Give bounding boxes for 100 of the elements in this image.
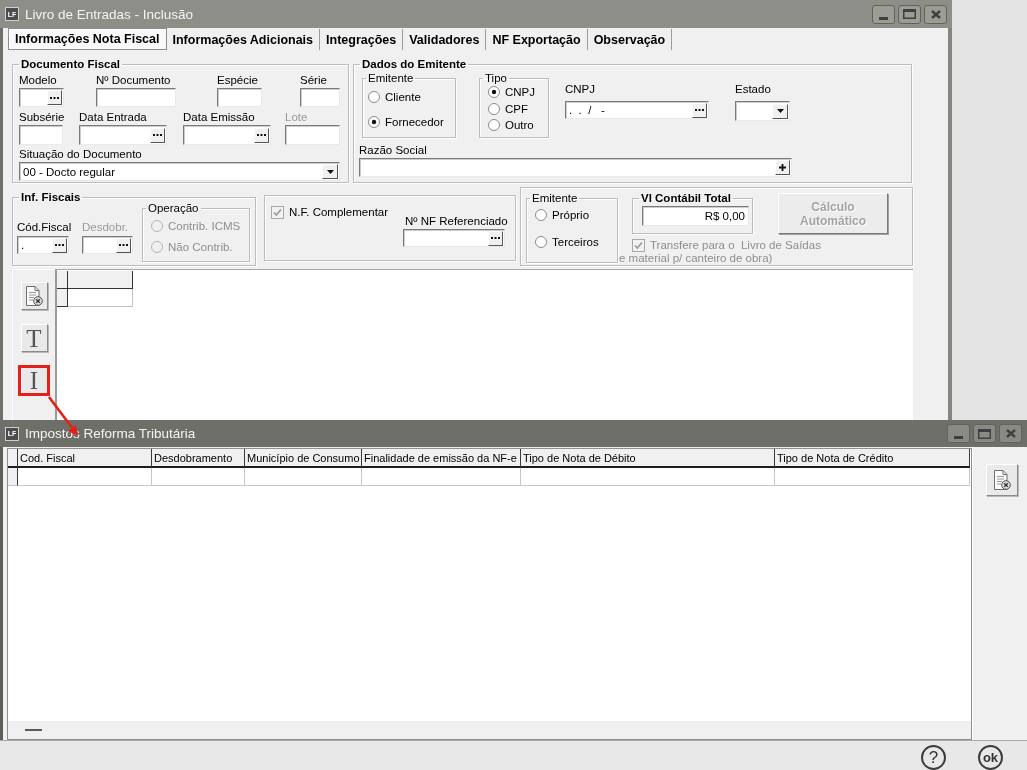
dropdown-button[interactable] <box>322 164 338 179</box>
field-label: Cód.Fiscal <box>17 220 72 234</box>
field-label: Razão Social <box>359 143 427 157</box>
lookup-field[interactable]: . <box>17 236 69 254</box>
maximize-button[interactable] <box>898 4 921 24</box>
minimize-icon <box>954 436 963 439</box>
combo-box[interactable]: 00 - Docto regular <box>19 162 340 181</box>
lookup-button[interactable] <box>150 127 165 143</box>
radio-label: Outro <box>505 118 534 132</box>
lookup-button[interactable] <box>488 230 503 246</box>
maximize-icon <box>903 9 916 19</box>
input-field[interactable] <box>359 158 792 177</box>
lookup-button[interactable] <box>254 127 269 143</box>
lookup-button[interactable] <box>692 102 707 118</box>
radio-label: Cliente <box>385 90 421 104</box>
radio-label: Próprio <box>552 208 590 222</box>
maximize-button[interactable] <box>973 424 996 443</box>
field-label: CNPJ <box>565 82 596 96</box>
document-x-icon <box>25 286 43 306</box>
column-header <box>68 271 133 289</box>
lookup-button[interactable] <box>52 237 67 253</box>
column-header: Tipo de Nota de Débito <box>521 449 775 468</box>
field-label: Estado <box>735 82 771 96</box>
grid-cell <box>68 289 133 307</box>
minimize-icon <box>879 16 888 20</box>
radio-button[interactable] <box>368 91 380 103</box>
caret-icon <box>326 169 334 174</box>
field-label: Lote <box>285 110 308 124</box>
combo-box[interactable] <box>735 101 790 121</box>
column-header: Desdobramento <box>152 449 245 468</box>
field-label: Desdobr. <box>82 220 129 234</box>
remove-document-button[interactable] <box>986 464 1018 496</box>
hint-text: e material p/ canteiro de obra) <box>619 252 773 265</box>
input-field[interactable] <box>285 125 340 145</box>
lookup-field[interactable]: . . / - <box>565 101 709 119</box>
field-label: Nº Documento <box>96 73 171 87</box>
radio-button[interactable] <box>535 209 547 221</box>
input-field[interactable] <box>300 88 340 107</box>
remove-document-button[interactable] <box>20 282 48 310</box>
row-indicator <box>8 468 18 486</box>
plus-icon <box>779 164 786 171</box>
close-button[interactable] <box>999 424 1022 443</box>
group-label: Documento Fiscal <box>20 57 122 71</box>
group-label: Vl Contábil Total <box>640 191 732 205</box>
radio-label: Terceiros <box>552 235 599 249</box>
group-label: Emitente <box>367 71 415 85</box>
dash-icon <box>25 729 42 731</box>
field-label: Nº NF Referenciado <box>404 214 508 228</box>
help-button[interactable]: ? <box>921 745 946 770</box>
input-field[interactable]: R$ 0,00 <box>642 206 749 226</box>
checkbox-label: N.F. Complementar <box>289 205 389 219</box>
add-button[interactable] <box>775 160 790 175</box>
lookup-field[interactable] <box>79 125 167 145</box>
group-label: Dados do Emitente <box>361 57 468 71</box>
column-header: Município de Consumo <box>245 449 362 468</box>
close-button[interactable] <box>924 4 947 24</box>
ok-button[interactable]: ok <box>978 745 1003 770</box>
column-header: Tipo de Nota de Crédito <box>775 449 970 468</box>
lookup-field[interactable] <box>403 229 505 247</box>
document-x-icon <box>993 470 1011 490</box>
column-header: Finalidade de emissão da NF-e <box>362 449 521 468</box>
input-field[interactable] <box>19 125 63 145</box>
input-field[interactable] <box>217 88 262 107</box>
toolbar-button[interactable]: T <box>20 324 48 352</box>
field-label: Data Emissão <box>183 110 255 124</box>
ellipsis-icon <box>50 96 59 99</box>
radio-button[interactable] <box>488 102 500 115</box>
minimize-button[interactable] <box>947 424 970 443</box>
group-label: Operação <box>147 201 200 215</box>
column-header: Cod. Fiscal <box>18 449 152 468</box>
group-label: Tipo <box>484 71 508 85</box>
lookup-field[interactable] <box>82 236 133 254</box>
radio-button[interactable] <box>535 236 547 248</box>
radio-label: Contrib. ICMS <box>168 219 241 233</box>
group-label: Inf. Fiscais <box>20 190 82 204</box>
lookup-field[interactable] <box>183 125 271 145</box>
radio-label: CNPJ <box>505 85 536 99</box>
row-indicator <box>57 271 68 289</box>
row-indicator <box>57 289 68 307</box>
close-icon <box>930 9 941 19</box>
lookup-field[interactable] <box>19 88 64 107</box>
radio-label: Não Contrib. <box>168 240 233 254</box>
window-title: Livro de Entradas - Inclusão <box>25 6 194 22</box>
field-label: Série <box>300 73 327 87</box>
field-label: Data Entrada <box>79 110 147 124</box>
checkbox-label: Transfere para o Livro de Saídas <box>650 238 821 252</box>
tab[interactable]: Informações Nota Fiscal <box>8 28 167 50</box>
minimize-button[interactable] <box>872 4 895 24</box>
caret-icon <box>776 109 784 113</box>
radio-button[interactable] <box>368 116 380 128</box>
lookup-button[interactable] <box>47 90 62 105</box>
lookup-button[interactable] <box>116 237 131 253</box>
field-label: Modelo <box>19 73 57 87</box>
close-icon <box>1005 429 1016 438</box>
input-field[interactable] <box>96 88 176 107</box>
field-label: Espécie <box>217 73 258 87</box>
radio-label: Fornecedor <box>385 115 444 129</box>
dropdown-button[interactable] <box>772 103 788 119</box>
radio-button[interactable] <box>488 119 500 131</box>
radio-button[interactable] <box>488 86 500 98</box>
